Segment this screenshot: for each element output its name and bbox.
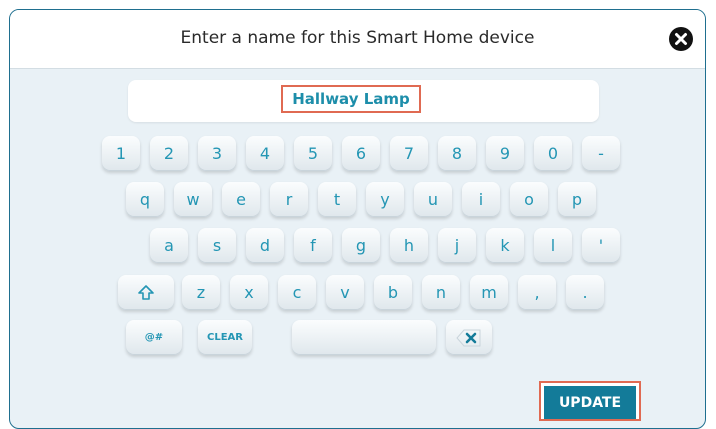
close-icon (675, 33, 687, 45)
dialog-header: Enter a name for this Smart Home device (10, 10, 705, 69)
key-x[interactable]: x (230, 275, 268, 310)
shift-arrow-icon (138, 285, 154, 300)
key-k[interactable]: k (486, 228, 524, 263)
key-period[interactable]: . (566, 275, 604, 310)
key-q[interactable]: q (126, 182, 164, 217)
space-key[interactable] (292, 320, 436, 355)
key-g[interactable]: g (342, 228, 380, 263)
key-a[interactable]: a (150, 228, 188, 263)
key-4[interactable]: 4 (246, 136, 284, 171)
backspace-icon (456, 329, 481, 347)
key-7[interactable]: 7 (390, 136, 428, 171)
shift-key[interactable] (118, 275, 174, 310)
key-2[interactable]: 2 (150, 136, 188, 171)
key-l[interactable]: l (534, 228, 572, 263)
device-name-dialog: Enter a name for this Smart Home device … (9, 9, 706, 429)
key-t[interactable]: t (318, 182, 356, 217)
key-8[interactable]: 8 (438, 136, 476, 171)
key-0[interactable]: 0 (534, 136, 572, 171)
key-6[interactable]: 6 (342, 136, 380, 171)
key-u[interactable]: u (414, 182, 452, 217)
key-c[interactable]: c (278, 275, 316, 310)
key-b[interactable]: b (374, 275, 412, 310)
key-hyphen[interactable]: - (582, 136, 620, 171)
device-name-value: Hallway Lamp (281, 85, 421, 113)
key-r[interactable]: r (270, 182, 308, 217)
dialog-title: Enter a name for this Smart Home device (180, 28, 535, 48)
key-comma[interactable]: , (518, 275, 556, 310)
update-button-label: UPDATE (544, 386, 636, 419)
key-m[interactable]: m (470, 275, 508, 310)
key-s[interactable]: s (198, 228, 236, 263)
key-3[interactable]: 3 (198, 136, 236, 171)
key-d[interactable]: d (246, 228, 284, 263)
key-e[interactable]: e (222, 182, 260, 217)
key-v[interactable]: v (326, 275, 364, 310)
key-n[interactable]: n (422, 275, 460, 310)
key-1[interactable]: 1 (102, 136, 140, 171)
key-5[interactable]: 5 (294, 136, 332, 171)
update-button[interactable]: UPDATE (539, 381, 641, 421)
key-z[interactable]: z (182, 275, 220, 310)
key-j[interactable]: j (438, 228, 476, 263)
key-apostrophe[interactable]: ' (582, 228, 620, 263)
key-f[interactable]: f (294, 228, 332, 263)
key-9[interactable]: 9 (486, 136, 524, 171)
key-i[interactable]: i (462, 182, 500, 217)
key-h[interactable]: h (390, 228, 428, 263)
device-name-input[interactable]: Hallway Lamp (128, 80, 599, 122)
close-button[interactable] (669, 27, 693, 51)
key-p[interactable]: p (558, 182, 596, 217)
key-w[interactable]: w (174, 182, 212, 217)
symbols-key[interactable]: @# (126, 320, 182, 355)
key-o[interactable]: o (510, 182, 548, 217)
backspace-key[interactable] (446, 320, 492, 355)
clear-key[interactable]: CLEAR (198, 320, 252, 355)
key-y[interactable]: y (366, 182, 404, 217)
